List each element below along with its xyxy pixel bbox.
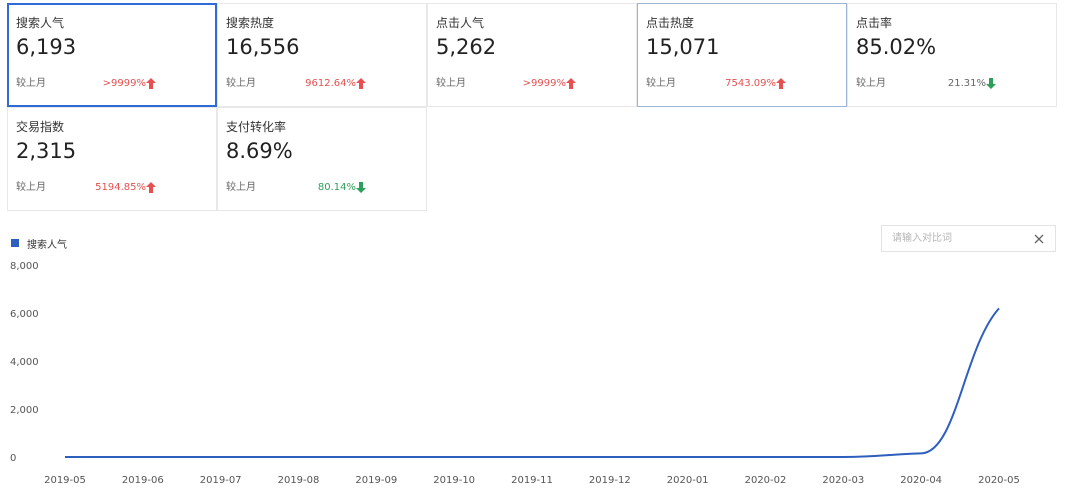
y-tick-label: 4,000 <box>10 357 39 368</box>
arrow-up-icon <box>146 76 156 92</box>
metric-compare: 较上月 9612.64% <box>226 76 416 92</box>
compare-change: 9612.64% <box>305 78 356 89</box>
metric-card-conversion-rate[interactable]: 支付转化率 8.69% 较上月 80.14% <box>217 107 427 211</box>
y-axis: 8,000 6,000 4,000 2,000 0 <box>10 261 39 464</box>
arrow-down-icon <box>356 180 366 196</box>
compare-change: >9999% <box>522 78 566 89</box>
series-line-search-popularity <box>64 307 1000 458</box>
metric-value: 5,262 <box>436 35 497 59</box>
metric-card-trade-index[interactable]: 交易指数 2,315 较上月 5194.85% <box>7 107 217 211</box>
compare-label: 较上月 <box>226 182 256 193</box>
x-tick-label: 2019-11 <box>511 475 553 486</box>
metric-card-search-popularity[interactable]: 搜索人气 6,193 较上月 >9999% <box>7 3 217 107</box>
metric-compare: 较上月 >9999% <box>436 76 626 92</box>
arrow-up-icon <box>146 180 156 196</box>
metric-value: 16,556 <box>226 35 300 59</box>
x-tick-label: 2020-05 <box>978 475 1020 486</box>
compare-change: 5194.85% <box>95 182 146 193</box>
metric-label: 支付转化率 <box>226 120 287 134</box>
legend-swatch <box>11 239 19 247</box>
x-tick-label: 2019-12 <box>589 475 631 486</box>
compare-label: 较上月 <box>436 78 466 89</box>
x-tick-label: 2019-10 <box>433 475 475 486</box>
metric-compare: 较上月 7543.09% <box>646 76 836 92</box>
y-tick-label: 8,000 <box>10 261 39 272</box>
compare-label: 较上月 <box>226 78 256 89</box>
chart-legend[interactable]: 搜索人气 <box>11 236 67 251</box>
y-tick-label: 2,000 <box>10 405 39 416</box>
compare-change: >9999% <box>102 78 146 89</box>
y-tick-label: 6,000 <box>10 309 39 320</box>
legend-label: 搜索人气 <box>27 239 67 251</box>
x-axis: 2019-05 2019-06 2019-07 2019-08 2019-09 2019-… <box>44 475 1020 486</box>
metric-value: 2,315 <box>16 139 77 163</box>
x-tick-label: 2020-03 <box>822 475 864 486</box>
line-chart: 8,0006,0004,0002,0000 2019-05 2019-06 2019… <box>10 261 1020 486</box>
metric-label: 点击人气 <box>436 16 485 30</box>
metrics-grid: 搜索人气 6,193 较上月 >9999% 搜索热度 16,556 较上月 96… <box>7 3 1057 211</box>
x-tick-label: 2020-02 <box>745 475 787 486</box>
metric-card-click-heat[interactable]: 点击热度 15,071 较上月 7543.09% <box>637 3 847 107</box>
metric-label: 点击热度 <box>646 16 695 30</box>
x-tick-label: 2020-01 <box>667 475 709 486</box>
metric-compare: 较上月 >9999% <box>16 76 206 92</box>
metric-card-click-popularity[interactable]: 点击人气 5,262 较上月 >9999% <box>427 3 637 107</box>
x-tick-label: 2019-06 <box>122 475 164 486</box>
metric-value: 8.69% <box>226 139 293 163</box>
compare-label: 较上月 <box>16 78 46 89</box>
arrow-down-icon <box>986 76 996 92</box>
x-tick-label: 2019-07 <box>200 475 242 486</box>
metric-label: 搜索人气 <box>16 16 65 30</box>
y-tick-label: 0 <box>10 453 16 464</box>
close-icon[interactable] <box>1032 231 1046 245</box>
metric-value: 6,193 <box>16 35 77 59</box>
metric-compare: 较上月 21.31% <box>856 76 1046 92</box>
metric-card-search-heat[interactable]: 搜索热度 16,556 较上月 9612.64% <box>217 3 427 107</box>
metric-label: 搜索热度 <box>226 16 275 30</box>
x-tick-label: 2019-09 <box>355 475 397 486</box>
arrow-up-icon <box>566 76 576 92</box>
metric-card-ctr[interactable]: 点击率 85.02% 较上月 21.31% <box>847 3 1057 107</box>
compare-change: 21.31% <box>947 78 986 89</box>
metric-compare: 较上月 80.14% <box>226 180 416 196</box>
compare-keyword-input[interactable] <box>881 225 1056 252</box>
metric-label: 点击率 <box>856 16 893 30</box>
arrow-up-icon <box>776 76 786 92</box>
metric-label: 交易指数 <box>16 120 65 134</box>
arrow-up-icon <box>356 76 366 92</box>
metric-value: 15,071 <box>646 35 720 59</box>
compare-label: 较上月 <box>646 78 676 89</box>
compare-label: 较上月 <box>856 78 886 89</box>
compare-change: 80.14% <box>317 182 356 193</box>
metric-compare: 较上月 5194.85% <box>16 180 206 196</box>
x-tick-label: 2020-04 <box>900 475 942 486</box>
metric-value: 85.02% <box>856 35 937 59</box>
compare-label: 较上月 <box>16 182 46 193</box>
compare-change: 7543.09% <box>725 78 776 89</box>
x-tick-label: 2019-08 <box>278 475 320 486</box>
x-tick-label: 2019-05 <box>44 475 86 486</box>
